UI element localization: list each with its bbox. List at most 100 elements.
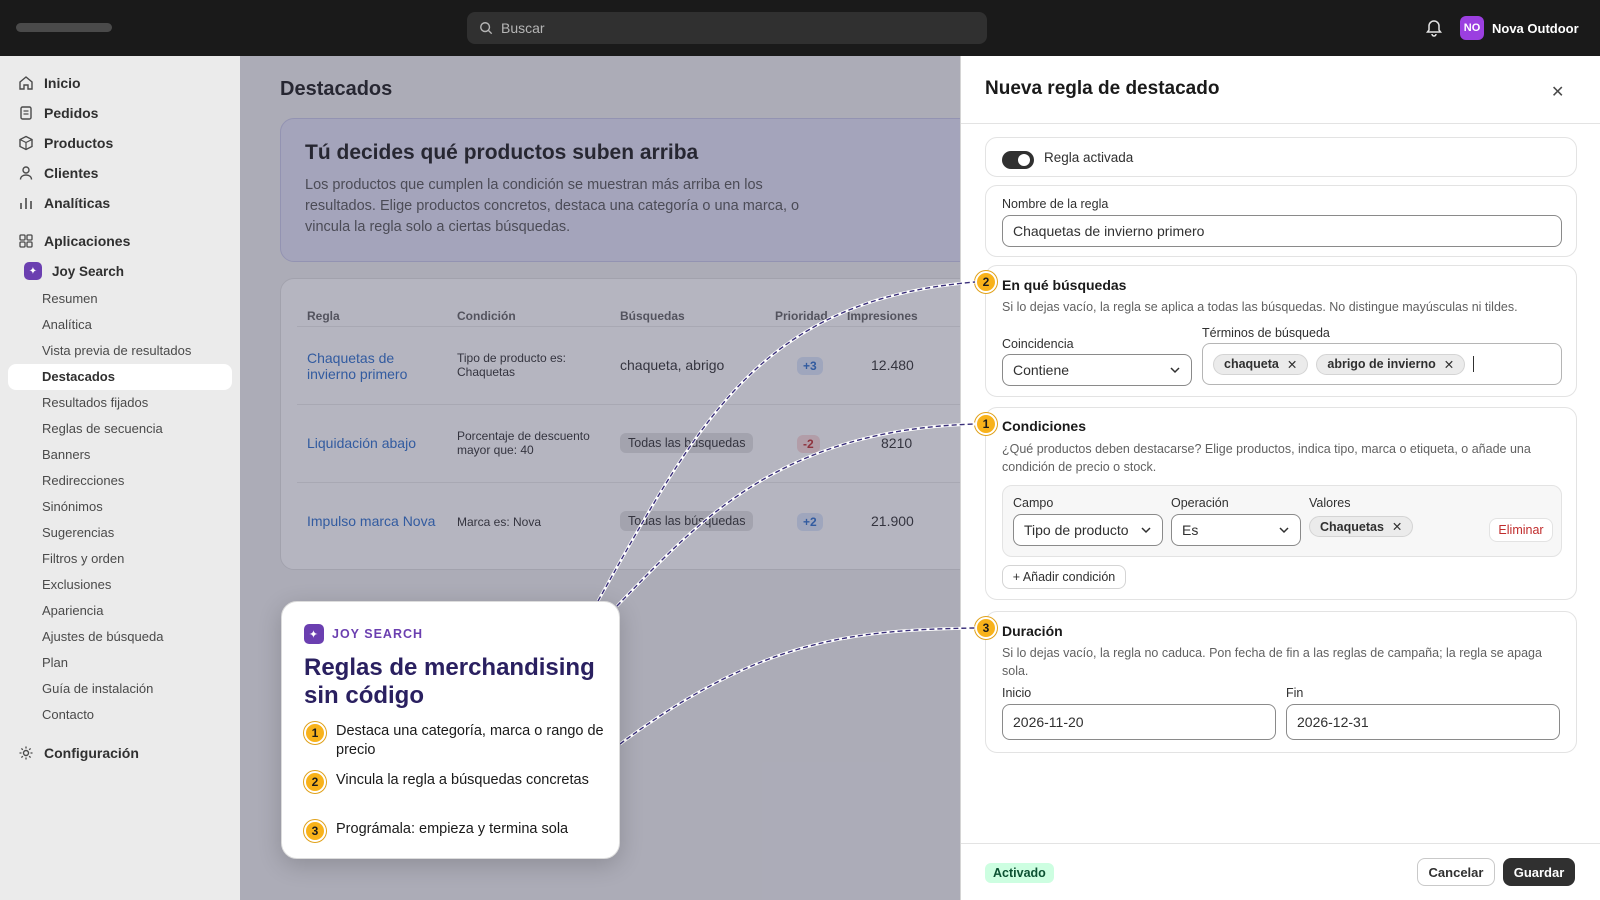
store-name: Nova Outdoor — [1492, 20, 1579, 36]
search-placeholder: Buscar — [501, 20, 545, 36]
add-condition-button[interactable]: + Añadir condición — [1002, 565, 1126, 589]
terms-input[interactable]: chaqueta ✕ abrigo de invierno ✕ — [1202, 343, 1562, 385]
divider — [961, 843, 1600, 844]
sidebar-item-resumen[interactable]: Resumen — [42, 289, 98, 309]
value-chip: Chaquetas ✕ — [1309, 516, 1414, 537]
sidebar-item-label: Analíticas — [44, 195, 111, 211]
field-value: Tipo de producto — [1024, 522, 1129, 538]
match-select[interactable]: Contiene — [1002, 354, 1192, 386]
name-card: Nombre de la regla Chaquetas de invierno… — [985, 185, 1577, 257]
conditions-title: Condiciones — [1002, 418, 1087, 434]
promo-title: Reglas de merchandising sin código — [304, 654, 595, 709]
sidebar-item-contacto[interactable]: Contacto — [42, 705, 94, 725]
promo-step: 1 Destaca una categoría, marca o rango d… — [304, 722, 604, 760]
end-date-value: 2026-12-31 — [1297, 714, 1369, 730]
field-select[interactable]: Tipo de producto — [1013, 514, 1163, 546]
start-date-field[interactable]: 2026-11-20 — [1002, 704, 1276, 740]
bell-icon[interactable] — [1424, 18, 1444, 38]
sparkle-icon: ✦ — [304, 624, 324, 644]
sidebar-item-plan[interactable]: Plan — [42, 653, 68, 673]
promo-step-text: Destaca una categoría, marca o rango de … — [336, 723, 604, 758]
terms-label: Términos de búsqueda — [1202, 326, 1330, 340]
sidebar-item-configuracion[interactable]: Configuración — [18, 741, 139, 765]
field-label: Campo — [1013, 496, 1054, 510]
store-switcher[interactable]: NO Nova Outdoor — [1460, 13, 1579, 43]
operation-label: Operación — [1171, 496, 1229, 510]
chevron-down-icon — [1141, 527, 1151, 534]
sidebar-item-pedidos[interactable]: Pedidos — [18, 101, 98, 125]
sidebar-item-ajustes[interactable]: Ajustes de búsqueda — [42, 627, 163, 647]
sidebar-item-redirecciones[interactable]: Redirecciones — [42, 471, 124, 491]
sparkle-icon: ✦ — [24, 262, 42, 280]
step-badge: 2 — [304, 771, 326, 793]
sidebar-item-reglas-secuencia[interactable]: Reglas de secuencia — [42, 419, 163, 439]
sidebar-item-clientes[interactable]: Clientes — [18, 161, 98, 185]
sidebar-item-label: Pedidos — [44, 105, 99, 121]
sidebar-item-aplicaciones[interactable]: Aplicaciones — [18, 229, 130, 253]
search-input[interactable]: Buscar — [467, 12, 987, 44]
match-value: Contiene — [1013, 362, 1070, 378]
conditions-help: ¿Qué productos deben destacarse? Elige p… — [1002, 442, 1531, 474]
logo[interactable] — [16, 23, 112, 32]
step-badge: 3 — [975, 617, 997, 639]
duration-card: Duración Si lo dejas vacío, la regla no … — [985, 611, 1577, 753]
sidebar-item-productos[interactable]: Productos — [18, 131, 113, 155]
remove-icon[interactable]: ✕ — [1287, 357, 1297, 372]
sidebar: Inicio Pedidos Productos Clientes Analít… — [0, 56, 240, 900]
promo-card: ✦ JOY SEARCH Reglas de merchandising sin… — [281, 601, 620, 859]
searches-help: Si lo dejas vacío, la regla se aplica a … — [1002, 300, 1518, 314]
sidebar-item-filtros[interactable]: Filtros y orden — [42, 549, 124, 569]
gear-icon — [19, 746, 33, 760]
duration-help: Si lo dejas vacío, la regla no caduca. P… — [1002, 646, 1542, 678]
operation-value: Es — [1182, 522, 1199, 538]
chart-icon — [20, 198, 32, 209]
cancel-button[interactable]: Cancelar — [1417, 858, 1495, 886]
step-badge: 3 — [304, 820, 326, 842]
text-cursor — [1473, 356, 1475, 372]
sidebar-item-inicio[interactable]: Inicio — [18, 71, 81, 95]
sidebar-item-analitica[interactable]: Analítica — [42, 315, 92, 335]
new-rule-panel: Nueva regla de destacado ✕ Regla activad… — [960, 56, 1600, 900]
sidebar-item-vista-previa[interactable]: Vista previa de resultados — [42, 341, 191, 361]
remove-icon[interactable]: ✕ — [1392, 519, 1402, 534]
start-date-value: 2026-11-20 — [1013, 714, 1084, 730]
step-badge: 2 — [975, 271, 997, 293]
rule-name-field[interactable]: Chaquetas de invierno primero — [1002, 215, 1562, 247]
promo-step: 3 Prográmala: empieza y termina sola — [304, 820, 604, 842]
top-bar: Buscar NO Nova Outdoor — [0, 0, 1600, 56]
conditions-card: Condiciones ¿Qué productos deben destaca… — [985, 407, 1577, 600]
remove-icon[interactable]: ✕ — [1444, 357, 1454, 372]
divider — [961, 123, 1600, 124]
searches-title: En qué búsquedas — [1002, 277, 1127, 293]
sidebar-item-destacados[interactable]: Destacados — [8, 364, 232, 390]
save-button[interactable]: Guardar — [1503, 858, 1575, 886]
sidebar-item-exclusiones[interactable]: Exclusiones — [42, 575, 111, 595]
close-icon[interactable]: ✕ — [1551, 82, 1564, 102]
sidebar-item-sugerencias[interactable]: Sugerencias — [42, 523, 114, 543]
sidebar-item-joy-search[interactable]: ✦ Joy Search — [24, 259, 124, 283]
term-chip: abrigo de invierno ✕ — [1316, 353, 1466, 375]
sidebar-item-banners[interactable]: Banners — [42, 445, 90, 465]
remove-condition-button[interactable]: Eliminar — [1489, 518, 1553, 542]
term-label: abrigo de invierno — [1327, 357, 1436, 371]
values-input[interactable]: Chaquetas ✕ — [1309, 516, 1414, 537]
status-badge: Activado — [985, 863, 1054, 883]
promo-step-text: Vincula la regla a búsquedas concretas — [336, 772, 589, 788]
sidebar-item-sinonimos[interactable]: Sinónimos — [42, 497, 103, 517]
promo-step: 2 Vincula la regla a búsquedas concretas — [304, 771, 604, 793]
sidebar-item-resultados-fijados[interactable]: Resultados fijados — [42, 393, 148, 413]
values-label: Valores — [1309, 496, 1351, 510]
tag-icon — [19, 135, 33, 151]
condition-row: Campo Tipo de producto Operación Es Valo… — [1002, 485, 1562, 557]
operation-select[interactable]: Es — [1171, 514, 1301, 546]
sidebar-item-apariencia[interactable]: Apariencia — [42, 601, 103, 621]
step-badge: 1 — [304, 722, 326, 744]
sidebar-item-analiticas[interactable]: Analíticas — [18, 191, 110, 215]
match-label: Coincidencia — [1002, 337, 1074, 351]
sidebar-item-guia[interactable]: Guía de instalación — [42, 679, 153, 699]
duration-title: Duración — [1002, 623, 1063, 639]
promo-brand: ✦ JOY SEARCH — [304, 624, 423, 644]
rule-active-toggle[interactable] — [1002, 151, 1034, 169]
searches-card: En qué búsquedas Si lo dejas vacío, la r… — [985, 265, 1577, 397]
end-date-field[interactable]: 2026-12-31 — [1286, 704, 1560, 740]
